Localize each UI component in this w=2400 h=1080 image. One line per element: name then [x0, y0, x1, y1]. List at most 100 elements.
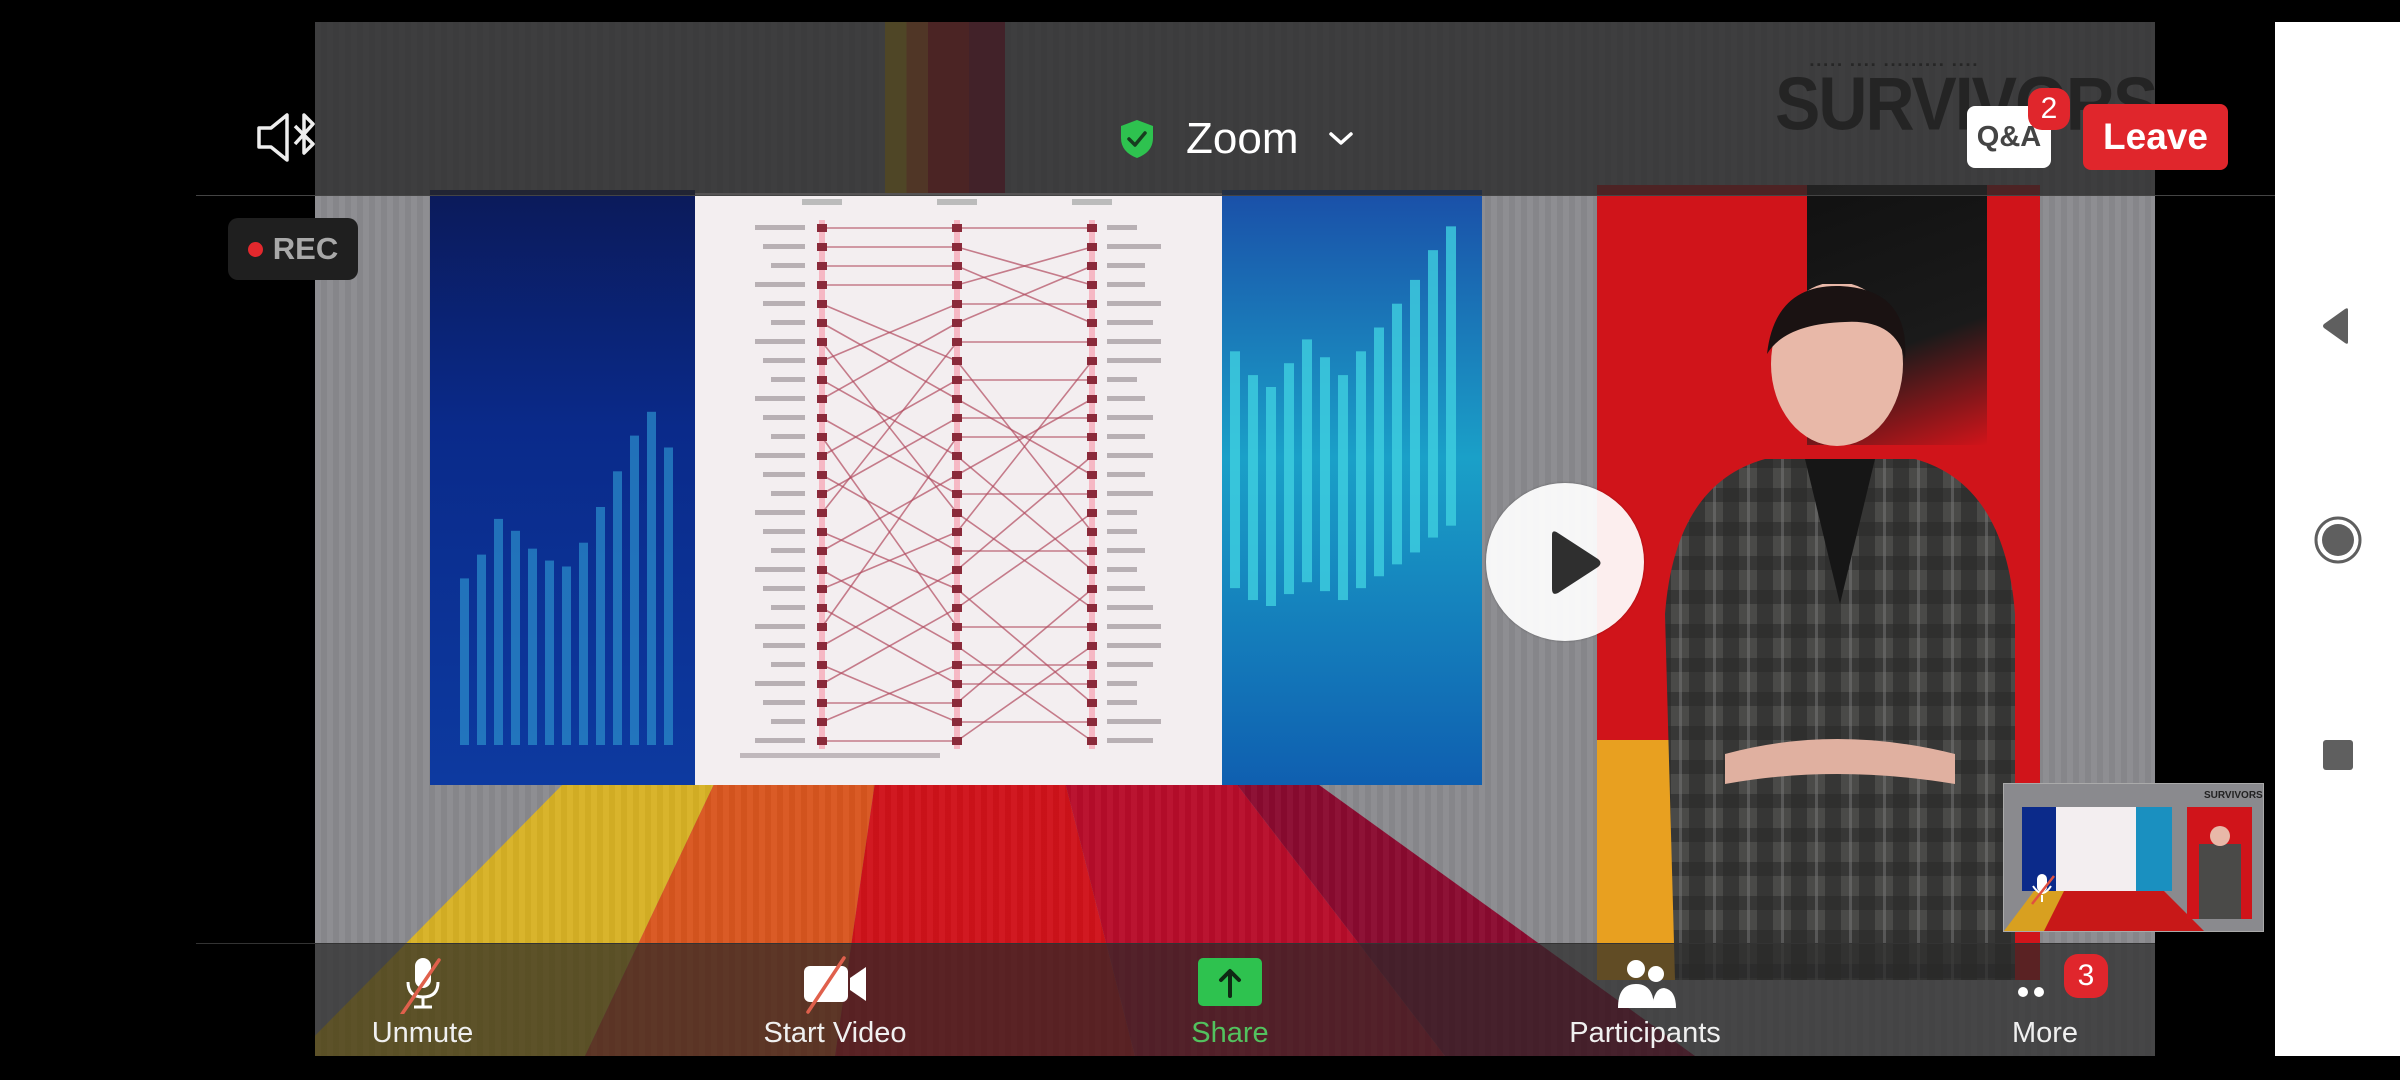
- slope-row-label: [1107, 700, 1137, 705]
- slope-point: [817, 300, 827, 308]
- slope-point: [817, 224, 827, 232]
- slope-row-label: [755, 681, 805, 686]
- slope-point: [952, 547, 962, 555]
- slope-row-label: [1107, 263, 1145, 268]
- slope-point: [817, 281, 827, 289]
- slope-point: [1087, 300, 1097, 308]
- slope-row-label: [1107, 624, 1161, 629]
- microphone-muted-icon: [399, 958, 441, 1014]
- slope-row-label: [763, 700, 805, 705]
- play-button[interactable]: [1486, 483, 1644, 641]
- meeting-info-button[interactable]: Zoom: [1118, 108, 1354, 170]
- slope-row-label: [763, 472, 805, 477]
- slope-point: [817, 471, 827, 479]
- slope-row-label: [771, 719, 805, 724]
- share-label: Share: [1191, 1017, 1269, 1049]
- back-button[interactable]: [2275, 276, 2400, 376]
- presentation-slide: [695, 193, 1222, 785]
- home-button[interactable]: [2275, 490, 2400, 590]
- slope-point: [952, 566, 962, 574]
- slope-row-label: [771, 548, 805, 553]
- slope-point: [952, 262, 962, 270]
- slope-point: [952, 395, 962, 403]
- slope-point: [1087, 414, 1097, 422]
- slope-point: [952, 243, 962, 251]
- slope-row-label: [771, 434, 805, 439]
- slope-point: [1087, 262, 1097, 270]
- slope-point: [952, 433, 962, 441]
- slope-point: [952, 452, 962, 460]
- slope-row-label: [1107, 491, 1153, 496]
- bar-left: [647, 411, 656, 745]
- recording-dot: [247, 241, 263, 257]
- slope-point: [817, 490, 827, 498]
- slope-point: [817, 528, 827, 536]
- bar-right: [1446, 226, 1456, 526]
- slope-point: [817, 395, 827, 403]
- slope-point: [952, 490, 962, 498]
- start-video-button[interactable]: Start Video: [735, 943, 935, 1056]
- slope-point: [1087, 547, 1097, 555]
- slope-row-label: [763, 358, 805, 363]
- speaker-bluetooth-icon: [257, 113, 315, 162]
- audio-output-button[interactable]: [255, 112, 319, 164]
- slope-point: [817, 509, 827, 517]
- chevron-down-icon: [1329, 132, 1354, 145]
- slope-point: [952, 528, 962, 536]
- bar-right: [1248, 375, 1258, 601]
- slope-row-label: [771, 377, 805, 382]
- slope-point: [952, 699, 962, 707]
- slope-point: [1087, 471, 1097, 479]
- meeting-name: Zoom: [1186, 114, 1299, 163]
- slope-column-header: [1072, 199, 1112, 205]
- bar-graphic-left: [460, 411, 673, 745]
- slope-point: [952, 471, 962, 479]
- slope-row-label: [755, 339, 805, 344]
- slope-point: [1087, 718, 1097, 726]
- bar-right: [1410, 279, 1420, 553]
- slope-point: [1087, 642, 1097, 650]
- share-button[interactable]: Share: [1155, 943, 1305, 1056]
- slope-point: [952, 585, 962, 593]
- more-label: More: [2011, 1017, 2079, 1049]
- slope-point: [1087, 319, 1097, 327]
- slope-point: [952, 319, 962, 327]
- start-video-label: Start Video: [763, 1017, 907, 1049]
- participants-button[interactable]: Participants: [1545, 943, 1745, 1056]
- shield-check-icon: [1121, 120, 1153, 158]
- bar-right: [1356, 351, 1366, 589]
- bar-left: [511, 530, 520, 745]
- participants-label: Participants: [1569, 1017, 1721, 1049]
- slope-chart-graphic: [740, 199, 1161, 758]
- screen-panel-left: [430, 190, 695, 785]
- slope-row-label: [1107, 548, 1145, 553]
- slope-point: [817, 699, 827, 707]
- recents-button[interactable]: [2275, 705, 2400, 805]
- slope-point: [817, 243, 827, 251]
- bar-left: [664, 447, 673, 745]
- slope-row-label: [755, 567, 805, 572]
- slope-point: [1087, 243, 1097, 251]
- leave-label: Leave: [2103, 116, 2208, 157]
- self-view-thumbnail[interactable]: SURVIVORS: [2003, 783, 2264, 932]
- svg-text:SURVIVORS: SURVIVORS: [2204, 790, 2263, 801]
- slope-row-label: [763, 244, 805, 249]
- bar-right: [1266, 387, 1276, 606]
- recording-label: REC: [272, 231, 339, 266]
- slope-point: [952, 737, 962, 745]
- bar-right: [1392, 303, 1402, 565]
- slope-row-label: [1107, 510, 1137, 515]
- system-nav-bar: [2275, 22, 2400, 1056]
- slope-point: [1087, 737, 1097, 745]
- home-icon: [2314, 516, 2361, 564]
- slope-point: [817, 661, 827, 669]
- slope-point: [817, 585, 827, 593]
- unmute-button[interactable]: Unmute: [335, 943, 510, 1056]
- video-off-icon: [804, 956, 866, 1014]
- slope-point: [952, 300, 962, 308]
- slope-row-label: [763, 301, 805, 306]
- leave-button[interactable]: Leave: [2083, 104, 2228, 170]
- slope-row-label: [1107, 719, 1161, 724]
- slope-row-label: [1107, 586, 1145, 591]
- slope-row-label: [1107, 244, 1161, 249]
